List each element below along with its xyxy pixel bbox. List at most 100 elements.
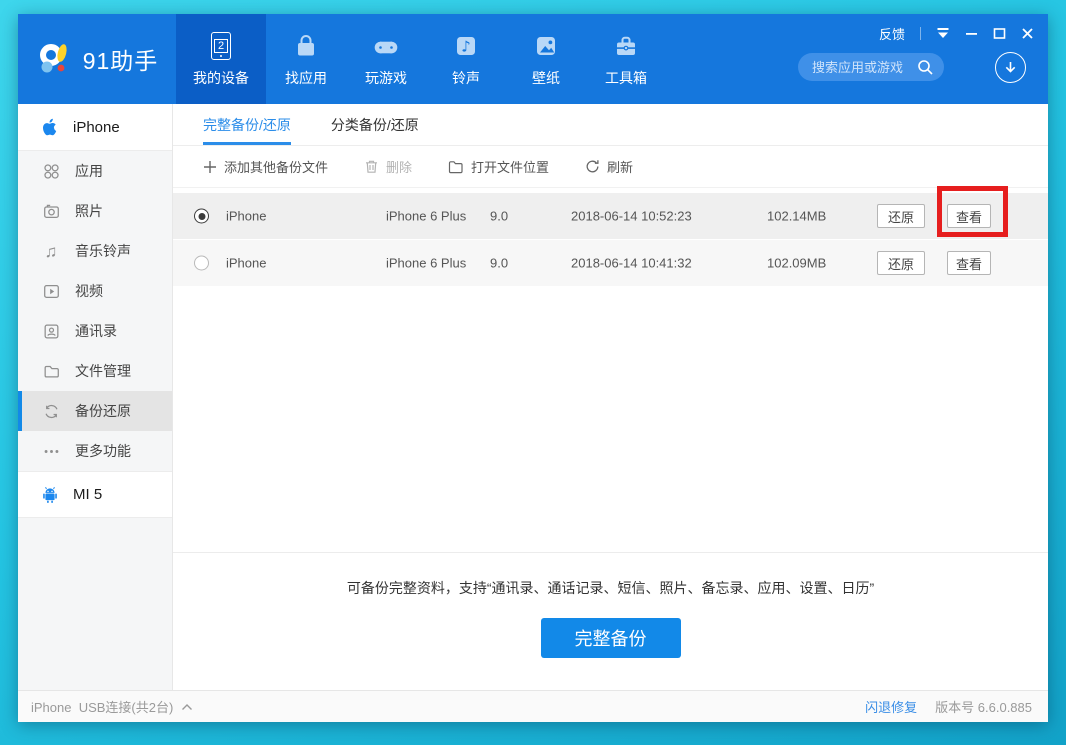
- device-name: iPhone: [73, 119, 120, 136]
- sidebar-item-label: 应用: [75, 161, 103, 181]
- refresh-button[interactable]: 刷新: [585, 157, 633, 176]
- backup-tabs: 完整备份/还原 分类备份/还原: [173, 104, 1048, 146]
- search-input[interactable]: [812, 60, 917, 75]
- sidebar-item-label: 照片: [75, 201, 103, 221]
- music-notes-icon: ♫: [41, 243, 61, 260]
- crash-fix-link[interactable]: 闪退修复: [865, 697, 917, 716]
- tab-full-backup[interactable]: 完整备份/还原: [203, 104, 291, 145]
- apple-icon: [40, 116, 60, 138]
- backup-os: 9.0: [490, 209, 508, 224]
- sidebar-item-label: 更多功能: [75, 441, 131, 461]
- contact-card-icon: [41, 322, 61, 341]
- backup-model: iPhone 6 Plus: [386, 256, 466, 271]
- refresh-icon: [585, 159, 600, 174]
- sidebar-item-label: 备份还原: [75, 401, 131, 421]
- sidebar-item-more[interactable]: 更多功能: [18, 431, 172, 471]
- toolbox-icon: [612, 30, 640, 60]
- tab-category-backup[interactable]: 分类备份/还原: [331, 104, 419, 145]
- sidebar-item-videos[interactable]: 视频: [18, 271, 172, 311]
- app-name: 91助手: [83, 42, 159, 76]
- open-file-location-button[interactable]: 打开文件位置: [448, 157, 549, 176]
- more-dots-icon: [41, 442, 61, 461]
- view-button[interactable]: 查看: [947, 204, 991, 228]
- nav-wallpapers[interactable]: 壁纸: [506, 14, 586, 104]
- statusbar-right: 闪退修复 版本号 6.6.0.885: [865, 697, 1032, 716]
- nav-find-apps[interactable]: 找应用: [266, 14, 346, 104]
- backup-list: iPhone iPhone 6 Plus 9.0 2018-06-14 10:5…: [173, 193, 1048, 286]
- sidebar-item-files[interactable]: 文件管理: [18, 351, 172, 391]
- feedback-link[interactable]: 反馈: [879, 24, 905, 43]
- nav-label: 我的设备: [193, 68, 249, 88]
- picture-icon: [532, 30, 560, 60]
- download-manager-button[interactable]: [995, 52, 1026, 83]
- sidebar-item-photos[interactable]: 照片: [18, 191, 172, 231]
- svg-text:♪: ♪: [461, 38, 471, 56]
- version-text: 版本号 6.6.0.885: [935, 697, 1032, 716]
- app-header: 91助手 2 我的设备 找应用 玩游戏: [18, 14, 1048, 104]
- search-icon[interactable]: [917, 59, 934, 76]
- device-name: MI 5: [73, 486, 102, 503]
- full-backup-button[interactable]: 完整备份: [541, 618, 681, 658]
- nav-ringtones[interactable]: ♪ 铃声: [426, 14, 506, 104]
- trash-icon: [364, 159, 379, 174]
- sidebar-item-label: 文件管理: [75, 361, 131, 381]
- music-note-icon: ♪: [452, 30, 480, 60]
- titlebar-controls: 反馈: [879, 22, 1034, 44]
- logo-91-icon: [36, 39, 74, 79]
- delete-button[interactable]: 删除: [364, 157, 412, 176]
- backup-row[interactable]: iPhone iPhone 6 Plus 9.0 2018-06-14 10:5…: [173, 193, 1048, 239]
- video-play-icon: [41, 282, 61, 301]
- sidebar-item-label: 通讯录: [75, 321, 117, 341]
- download-arrow-icon: [1003, 60, 1018, 75]
- nav-label: 铃声: [452, 68, 480, 88]
- close-icon[interactable]: [1021, 27, 1034, 40]
- add-backup-file-button[interactable]: 添加其他备份文件: [203, 157, 328, 176]
- sidebar-item-backup-restore[interactable]: 备份还原: [18, 391, 172, 431]
- gamepad-icon: [372, 30, 400, 60]
- sidebar-item-music[interactable]: ♫ 音乐铃声: [18, 231, 172, 271]
- view-button[interactable]: 查看: [947, 251, 991, 275]
- restore-button[interactable]: 还原: [877, 204, 925, 228]
- backup-size: 102.09MB: [767, 256, 826, 271]
- skin-menu-icon[interactable]: [936, 27, 950, 40]
- maximize-icon[interactable]: [993, 27, 1006, 40]
- sidebar-item-label: 视频: [75, 281, 103, 301]
- backup-name: iPhone: [226, 209, 266, 224]
- app-window: 91助手 2 我的设备 找应用 玩游戏: [18, 14, 1048, 722]
- backup-row[interactable]: iPhone iPhone 6 Plus 9.0 2018-06-14 10:4…: [173, 240, 1048, 286]
- backup-date: 2018-06-14 10:52:23: [571, 209, 692, 224]
- sidebar: iPhone 应用 照片 ♫ 音乐铃声 视频: [18, 104, 173, 690]
- backup-radio-selected[interactable]: [194, 209, 209, 224]
- nav-toolbox[interactable]: 工具箱: [586, 14, 666, 104]
- nav-play-games[interactable]: 玩游戏: [346, 14, 426, 104]
- nav-label: 壁纸: [532, 68, 560, 88]
- open-folder-icon: [448, 160, 464, 174]
- backup-os: 9.0: [490, 256, 508, 271]
- sidebar-item-contacts[interactable]: 通讯录: [18, 311, 172, 351]
- nav-label: 玩游戏: [365, 68, 407, 88]
- sidebar-device-mi5[interactable]: MI 5: [18, 471, 172, 518]
- sidebar-device-iphone[interactable]: iPhone: [18, 104, 172, 151]
- sync-arrows-icon: [41, 402, 61, 421]
- backup-size: 102.14MB: [767, 209, 826, 224]
- nav-label: 工具箱: [605, 68, 647, 88]
- chevron-up-icon[interactable]: [181, 703, 193, 711]
- backup-radio[interactable]: [194, 256, 209, 271]
- sidebar-item-label: 音乐铃声: [75, 241, 131, 261]
- plus-icon: [203, 160, 217, 174]
- app-logo: 91助手: [18, 14, 176, 104]
- backup-model: iPhone 6 Plus: [386, 209, 466, 224]
- content-divider: [173, 552, 1048, 553]
- main-nav: 2 我的设备 找应用 玩游戏 ♪ 铃声: [176, 14, 666, 104]
- apps-grid-icon: [41, 162, 61, 181]
- sidebar-item-apps[interactable]: 应用: [18, 151, 172, 191]
- device-connection-text: iPhone USB连接(共2台): [31, 697, 173, 716]
- nav-my-devices[interactable]: 2 我的设备: [176, 14, 266, 104]
- minimize-icon[interactable]: [965, 27, 978, 40]
- device-connection-status[interactable]: iPhone USB连接(共2台): [31, 697, 193, 716]
- backup-date: 2018-06-14 10:41:32: [571, 256, 692, 271]
- nav-label: 找应用: [285, 68, 327, 88]
- device-count-badge: 2: [214, 39, 228, 53]
- restore-button[interactable]: 还原: [877, 251, 925, 275]
- search-box[interactable]: [798, 53, 944, 81]
